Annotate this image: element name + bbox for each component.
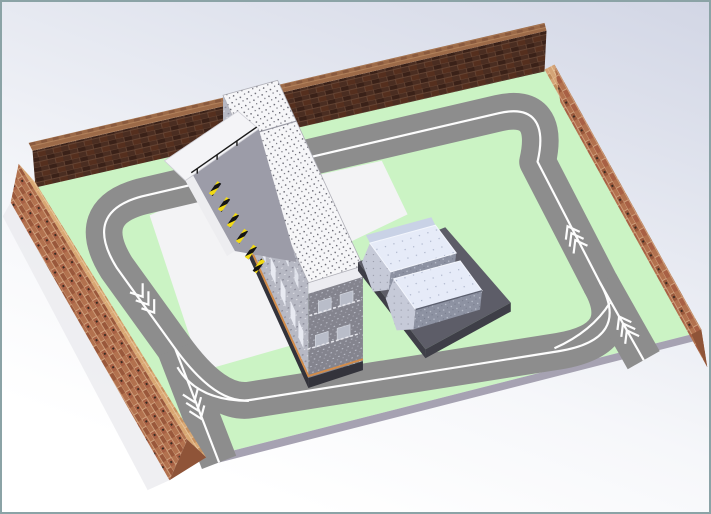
scene-canvas [2, 2, 709, 512]
cad-viewport[interactable] [0, 0, 711, 514]
wall-right-end-cap [691, 329, 707, 367]
